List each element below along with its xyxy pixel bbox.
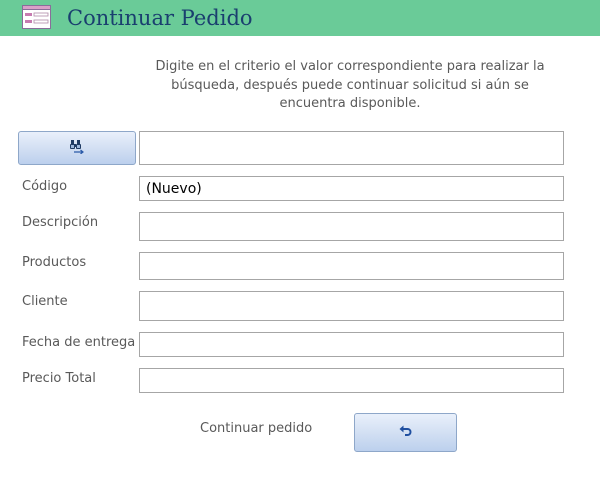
precio-total-field[interactable]	[139, 368, 564, 393]
cliente-label: Cliente	[22, 294, 68, 309]
continue-order-button[interactable]	[354, 413, 457, 452]
binoculars-icon	[69, 138, 85, 158]
form-icon	[22, 5, 51, 29]
productos-field[interactable]	[139, 252, 564, 280]
precio-total-label: Precio Total	[22, 371, 96, 386]
undo-icon	[399, 423, 413, 442]
page-title: Continuar Pedido	[67, 6, 253, 30]
descripcion-field[interactable]	[139, 212, 564, 241]
search-criteria-input[interactable]	[139, 131, 564, 165]
form-header: Continuar Pedido	[0, 0, 600, 36]
fecha-entrega-label: Fecha de entrega	[22, 335, 136, 350]
instructions-text: Digite en el criterio el valor correspon…	[155, 59, 545, 111]
cliente-field[interactable]	[139, 291, 564, 321]
continue-order-label: Continuar pedido	[200, 421, 313, 436]
codigo-field[interactable]: (Nuevo)	[139, 176, 564, 201]
productos-label: Productos	[22, 255, 87, 270]
codigo-label: Código	[22, 179, 68, 194]
search-button[interactable]	[18, 131, 136, 165]
descripcion-label: Descripción	[22, 215, 99, 230]
fecha-entrega-field[interactable]	[139, 332, 564, 357]
